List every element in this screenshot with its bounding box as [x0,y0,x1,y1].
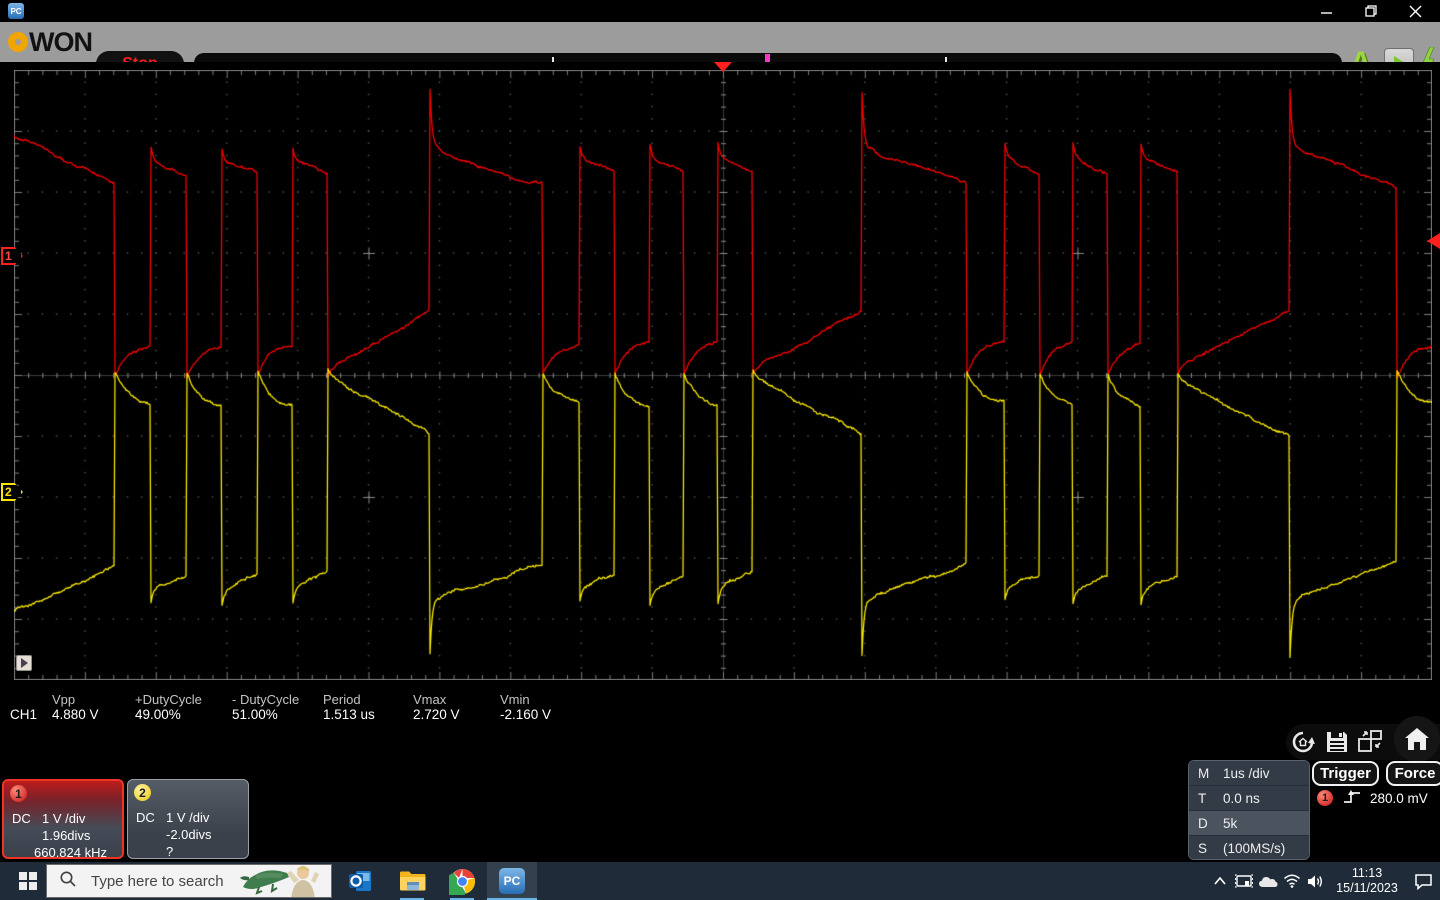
channel1-panel[interactable]: 1 DC1 V /div 1.96divs 660.824 kHz [2,779,124,859]
restore-button[interactable] [1356,0,1386,22]
notification-center-icon[interactable] [1406,862,1440,900]
file-explorer-icon[interactable] [392,862,432,900]
title-bar: PC [0,0,1440,22]
ch1-scale: 1 V /div [42,811,85,826]
channel1-badge: 1 [10,785,27,802]
channel2-panel[interactable]: 2 DC1 V /div -2.0divs ? [127,779,249,859]
screenshot-icon[interactable] [1354,727,1388,757]
channel2-badge: 2 [134,784,151,801]
search-placeholder: Type here to search [91,873,224,890]
timebase-row-s[interactable]: S(100MS/s) [1189,836,1309,860]
ch2-frequency: ? [166,844,173,859]
measurement-neg-duty: - DutyCycle 51.00% [232,692,299,722]
scope-area: 1 2 CH1 Vpp 4.880 V +DutyCycle 49.00% - … [0,62,1440,862]
wifi-icon[interactable] [1280,862,1304,900]
quick-toolbar [1286,724,1440,760]
ch2-scale: 1 V /div [166,810,209,825]
measurement-period: Period 1.513 us [323,692,375,722]
restore-defaults-icon[interactable] [1286,727,1320,757]
virtual-touchpad-icon[interactable] [1232,862,1256,900]
screen: PC WON Stop A [0,0,1440,900]
save-icon[interactable] [1320,727,1354,757]
measurement-pos-duty: +DutyCycle 49.00% [135,692,202,722]
expand-arrow-icon [21,658,28,668]
onedrive-icon[interactable] [1256,862,1280,900]
volume-icon[interactable] [1304,862,1328,900]
search-icon [59,870,77,893]
search-highlight-illustration[interactable] [239,865,331,898]
timebase-table: M1us /div T0.0 ns D5k S(100MS/s) [1188,760,1310,860]
measurement-vmax: Vmax 2.720 V [413,692,460,722]
measurement-channel-label: CH1 [10,707,37,722]
minimize-button[interactable] [1312,0,1342,22]
measurement-vmin: Vmin -2.160 V [500,692,551,722]
ch2-offset: -2.0divs [166,827,212,842]
timebase-row-t[interactable]: T0.0 ns [1189,786,1309,811]
expand-measurements-button[interactable] [16,655,32,671]
ch1-offset: 1.96divs [42,828,90,843]
trigger-position-marker[interactable] [714,62,732,72]
measurement-bar: CH1 Vpp 4.880 V +DutyCycle 49.00% - Duty… [0,692,700,728]
system-tray: 11:13 15/11/2023 [1208,862,1440,900]
search-box[interactable]: Type here to search [46,864,332,898]
home-button[interactable] [1394,716,1440,762]
timebase-row-d[interactable]: D5k [1189,811,1309,836]
clock-date: 15/11/2023 [1328,881,1406,896]
owon-logo: WON [8,28,92,56]
outlook-icon[interactable] [340,862,380,900]
trigger-button[interactable]: Trigger [1312,761,1379,786]
chrome-icon[interactable] [442,862,482,900]
start-button[interactable] [10,862,46,900]
tray-chevron-icon[interactable] [1208,862,1232,900]
close-button[interactable] [1400,0,1430,22]
owon-logo-ring [8,32,28,52]
clock-time: 11:13 [1328,866,1406,881]
owon-pc-taskbar-icon[interactable]: PC [487,862,537,900]
ch1-coupling: DC [12,811,42,826]
force-button[interactable]: Force [1386,761,1440,786]
slider-marker[interactable] [765,54,770,62]
trigger-level-value: 280.0 mV [1370,791,1428,806]
control-bar: WON Stop A [0,22,1440,62]
taskbar: Type here to search [0,862,1440,900]
timebase-row-m[interactable]: M1us /div [1189,761,1309,786]
ch1-frequency: 660.824 kHz [34,845,107,860]
taskbar-clock[interactable]: 11:13 15/11/2023 [1328,866,1406,896]
app-icon: PC [8,3,24,19]
trigger-level-marker[interactable] [1427,233,1440,249]
trigger-source-badge: 1 [1317,790,1333,806]
pc-app-icon: PC [499,868,525,894]
waveform-display [14,70,1432,680]
rising-edge-icon [1342,788,1364,811]
measurement-vpp: Vpp 4.880 V [52,692,99,722]
ch2-coupling: DC [136,810,166,825]
owon-logo-text: WON [29,28,92,56]
